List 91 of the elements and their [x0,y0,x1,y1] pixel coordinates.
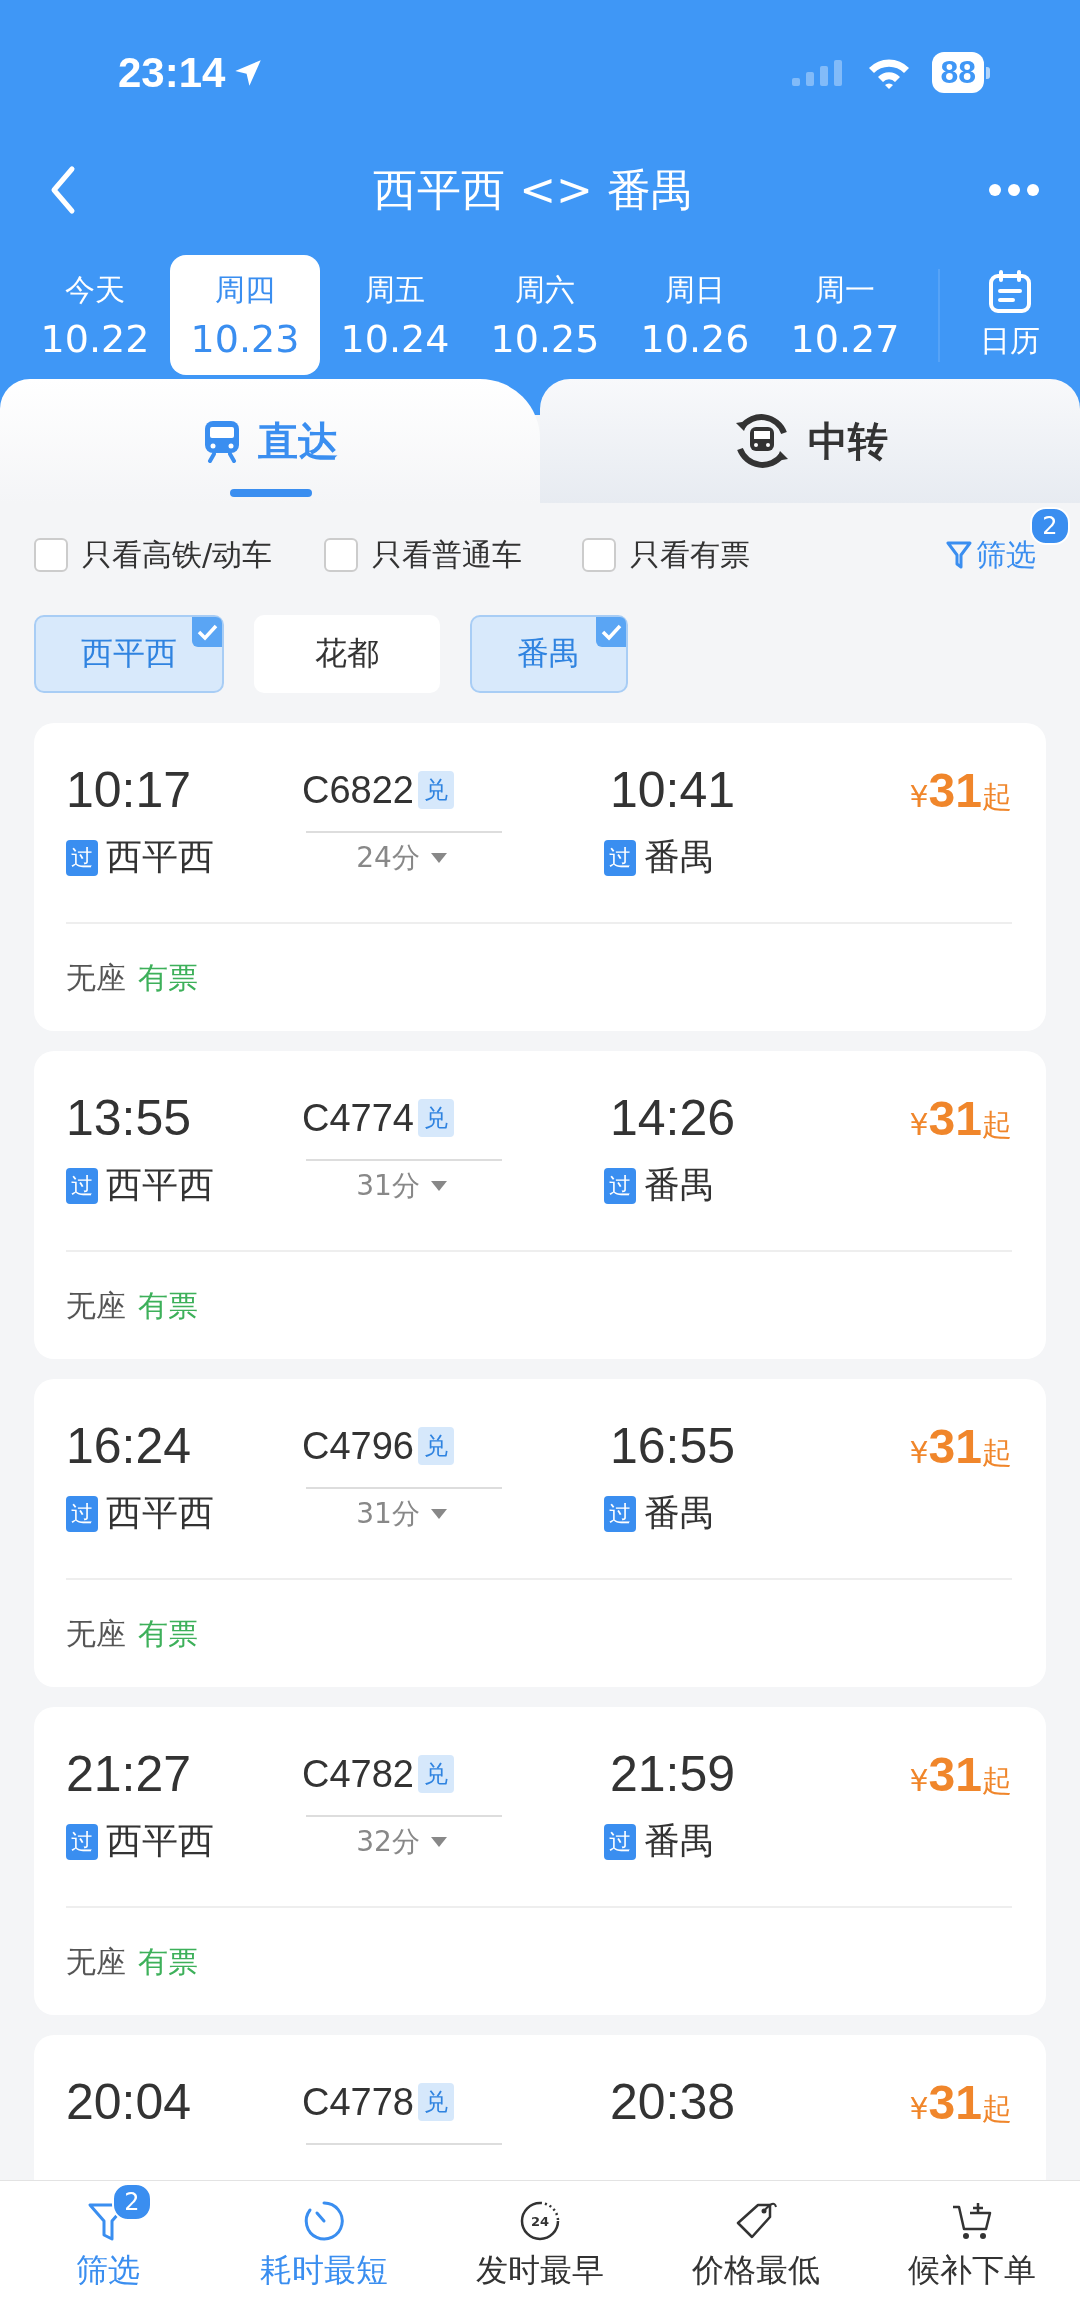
pass-tag: 过 [604,1495,636,1532]
check-icon [596,617,626,647]
price: ¥31起 [909,1418,1012,1474]
date-tab[interactable]: 周六 10.25 [470,255,620,375]
train-card[interactable]: 16:24 C4796 兑 16:55 ¥31起 过 西平西 31分 过 番禺 无座 有票 [34,1379,1046,1687]
sort-tab[interactable]: 2 筛选 [0,2181,216,2301]
station-name: 番禺 [644,1819,716,1863]
calendar-button[interactable]: 日历 [938,268,1080,362]
count-badge: 2 [112,2183,152,2221]
station-name: 西平西 [106,1491,214,1535]
seat-type: 无座 [66,1943,126,1981]
caret-icon [429,1179,448,1192]
date-tab[interactable]: 周四 10.23 [170,255,320,375]
availability: 有票 [138,1287,198,1325]
pass-tag: 过 [604,839,636,876]
station-name: 西平西 [106,835,214,879]
arrival-time: 20:38 [610,2073,736,2131]
price: ¥31起 [909,1090,1012,1146]
availability: 有票 [138,1615,198,1653]
checkbox[interactable] [34,538,68,572]
redeem-tag: 兑 [418,1427,454,1465]
station-name: 番禺 [644,835,716,879]
sort-tab[interactable]: 24 发时最早 [432,2181,648,2301]
pass-tag: 过 [604,1167,636,1204]
availability: 有票 [138,959,198,997]
duration-toggle[interactable]: 31分 [304,1494,500,1533]
caret-icon [429,1507,448,1520]
station-chip[interactable]: 花都 [254,615,440,693]
redeem-tag: 兑 [418,771,454,809]
date-tab[interactable]: 今天 10.22 [20,255,170,375]
sort-tab[interactable]: 价格最低 [648,2181,864,2301]
train-number: C4778 [302,2080,414,2124]
train-number: C4774 [302,1096,414,1140]
arrival-time: 10:41 [610,761,736,819]
pass-tag: 过 [604,1823,636,1860]
date-tab[interactable]: 周五 10.24 [320,255,470,375]
train-card[interactable]: 20:04 C4778 兑 20:38 ¥31起 [34,2035,1046,2180]
redeem-tag: 兑 [418,1099,454,1137]
seat-type: 无座 [66,1287,126,1325]
duration-toggle[interactable]: 24分 [304,838,500,877]
train-icon [202,419,242,463]
availability: 有票 [138,1943,198,1981]
pass-tag: 过 [66,1823,98,1860]
price: ¥31起 [909,1746,1012,1802]
pass-tag: 过 [66,839,98,876]
station-chip[interactable]: 西平西 [34,615,224,693]
duration-toggle[interactable]: 32分 [304,1822,500,1861]
page-title: 西平西 <> 番禺 [373,162,695,217]
station-name: 番禺 [644,1491,716,1535]
train-number: C4782 [302,1752,414,1796]
redeem-tag: 兑 [418,1755,454,1793]
station-chip[interactable]: 番禺 [470,615,628,693]
caret-icon [429,851,448,864]
duration-toggle[interactable]: 31分 [304,1166,500,1205]
sort-tab[interactable]: 耗时最短 [216,2181,432,2301]
timer-icon [302,2199,346,2243]
station-name: 番禺 [644,1163,716,1207]
train-number: C6822 [302,768,414,812]
caret-icon [429,1835,448,1848]
status-time: 23:14 [118,48,226,97]
count-badge: 2 [1030,506,1070,545]
battery-level: 88 [940,54,976,91]
train-card[interactable]: 10:17 C6822 兑 10:41 ¥31起 过 西平西 24分 过 番禺 无座 有票 [34,723,1046,1031]
checkbox[interactable] [582,538,617,572]
check-icon [192,617,222,647]
train-card[interactable]: 13:55 C4774 兑 14:26 ¥31起 过 西平西 31分 过 番禺 无座 有票 [34,1051,1046,1359]
arrival-time: 16:55 [610,1417,736,1475]
calendar-icon [987,268,1033,315]
pass-tag: 过 [66,1495,98,1532]
price: ¥31起 [909,762,1012,818]
train-number: C4796 [302,1424,414,1468]
station-name: 西平西 [106,1819,214,1863]
seat-type: 无座 [66,1615,126,1653]
date-tab[interactable]: 周日 10.26 [620,255,770,375]
date-tab[interactable]: 周一 10.27 [770,255,920,375]
mode-tab[interactable]: 中转 [540,379,1080,503]
redeem-tag: 兑 [418,2083,454,2121]
checkbox[interactable] [324,538,359,572]
checkbox-label: 只看普通车 [372,535,523,574]
price: ¥31起 [909,2074,1012,2130]
pass-tag: 过 [66,1167,98,1204]
more-icon[interactable] [988,183,1040,197]
seat-type: 无座 [66,959,126,997]
filter-icon [946,540,972,570]
checkbox-label: 只看高铁/动车 [82,535,273,574]
checkbox-label: 只看有票 [630,535,751,574]
sort-tab[interactable]: 候补下单 [864,2181,1080,2301]
arrival-time: 14:26 [610,1089,736,1147]
train-card[interactable]: 21:27 C4782 兑 21:59 ¥31起 过 西平西 32分 过 番禺 无座 有票 [34,1707,1046,2015]
station-name: 西平西 [106,1163,214,1207]
arrival-time: 21:59 [610,1745,736,1803]
